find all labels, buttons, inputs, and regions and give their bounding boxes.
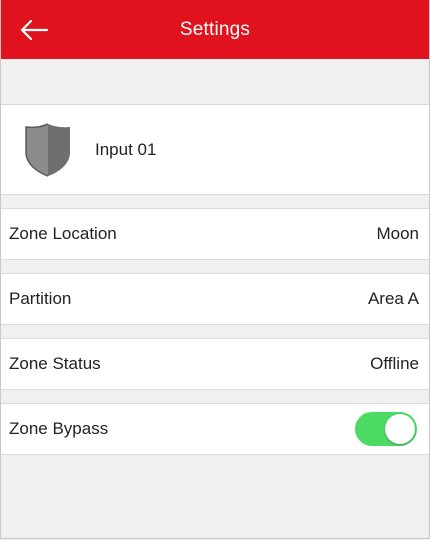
zone-bypass-row: Zone Bypass [1, 403, 429, 455]
zone-bypass-toggle[interactable] [355, 412, 417, 446]
zone-name: Input 01 [95, 139, 157, 159]
partition-row[interactable]: Partition Area A [1, 273, 429, 325]
back-button[interactable] [19, 14, 59, 46]
settings-screen: Settings Input 01 Zone Location Moon Par… [0, 0, 430, 539]
zone-header: Input 01 [1, 104, 429, 195]
zone-status-value: Offline [370, 354, 419, 373]
app-bar: Settings [1, 0, 429, 59]
zone-bypass-label: Zone Bypass [9, 419, 109, 438]
page-title: Settings [179, 18, 251, 40]
arrow-left-icon [20, 19, 49, 41]
zone-location-value: Moon [376, 224, 419, 243]
toggle-knob [385, 414, 415, 444]
zone-status-label: Zone Status [9, 354, 101, 373]
zone-location-row[interactable]: Zone Location Moon [1, 208, 429, 260]
shield-icon [25, 122, 70, 177]
zone-location-label: Zone Location [9, 224, 117, 243]
partition-value: Area A [367, 289, 419, 308]
partition-label: Partition [9, 289, 72, 308]
zone-status-row[interactable]: Zone Status Offline [1, 338, 429, 390]
